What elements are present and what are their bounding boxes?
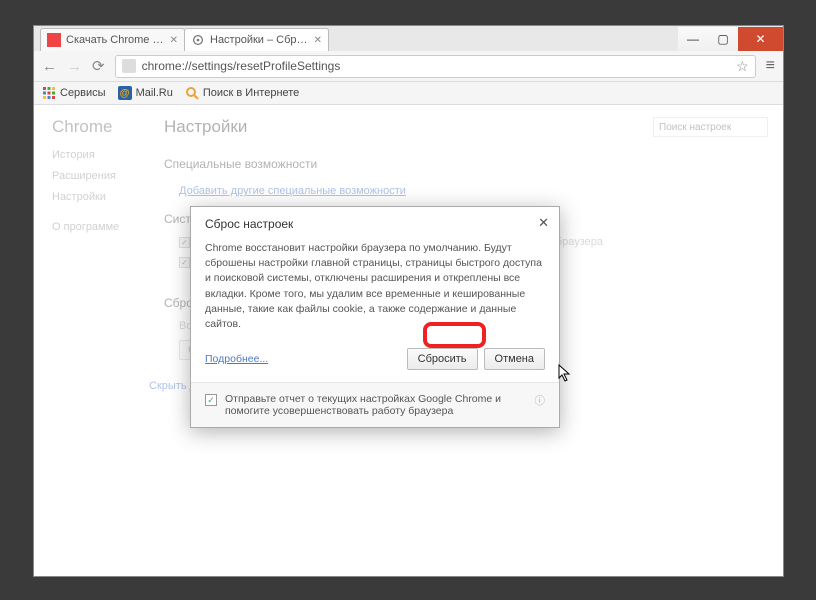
bookmark-mailru[interactable]: @ Mail.Ru xyxy=(118,86,173,100)
reload-button[interactable]: ⟳ xyxy=(92,57,105,75)
apps-icon xyxy=(42,86,56,100)
reset-dialog: Сброс настроек ✕ Chrome восстановит наст… xyxy=(190,206,560,428)
page-icon xyxy=(122,59,136,73)
apps-button[interactable]: Сервисы xyxy=(42,86,106,100)
dialog-body: Chrome восстановит настройки браузера по… xyxy=(191,237,559,342)
report-label: Отправьте отчет о текущих настройках Goo… xyxy=(225,393,527,417)
maximize-button[interactable]: ▢ xyxy=(708,27,738,51)
dialog-footer: ✓ Отправьте отчет о текущих настройках G… xyxy=(191,382,559,427)
bookmark-label: Сервисы xyxy=(60,87,106,99)
forward-button[interactable]: → xyxy=(67,58,82,75)
bookmark-label: Mail.Ru xyxy=(136,87,173,99)
tab-2[interactable]: Настройки – Сброс настр ✕ xyxy=(184,28,329,51)
toolbar: ← → ⟳ chrome://settings/resetProfileSett… xyxy=(34,51,783,82)
tab-strip: Скачать Chrome Cleanup ✕ Настройки – Сбр… xyxy=(34,26,783,51)
mailru-icon: @ xyxy=(118,86,132,100)
tab-1[interactable]: Скачать Chrome Cleanup ✕ xyxy=(40,28,185,51)
checkbox-icon[interactable]: ✓ xyxy=(205,394,217,406)
tab-label: Скачать Chrome Cleanup xyxy=(66,34,165,46)
help-icon[interactable]: ⓘ xyxy=(535,393,546,417)
cancel-button[interactable]: Отмена xyxy=(484,348,545,370)
url-text: chrome://settings/resetProfileSettings xyxy=(142,59,341,73)
learn-more-link[interactable]: Подробнее... xyxy=(205,353,268,365)
bookmark-star-icon[interactable]: ☆ xyxy=(736,58,749,75)
tab-label: Настройки – Сброс настр xyxy=(210,34,309,46)
close-icon[interactable]: ✕ xyxy=(314,35,322,46)
back-button[interactable]: ← xyxy=(42,58,57,75)
bookmark-search[interactable]: Поиск в Интернете xyxy=(185,86,299,100)
minimize-button[interactable]: — xyxy=(678,27,708,51)
dialog-close-icon[interactable]: ✕ xyxy=(538,215,549,231)
search-icon xyxy=(185,86,199,100)
gear-icon xyxy=(191,33,205,47)
close-icon[interactable]: ✕ xyxy=(170,35,178,46)
bookmarks-bar: Сервисы @ Mail.Ru Поиск в Интернете xyxy=(34,82,783,105)
confirm-reset-button[interactable]: Сбросить xyxy=(407,348,478,370)
favicon-icon xyxy=(47,33,61,47)
bookmark-label: Поиск в Интернете xyxy=(203,87,299,99)
address-bar[interactable]: chrome://settings/resetProfileSettings ☆ xyxy=(115,55,756,78)
menu-icon[interactable]: ≡ xyxy=(766,57,775,75)
dialog-title: Сброс настроек xyxy=(205,217,293,231)
window-close-button[interactable]: ✕ xyxy=(738,27,783,51)
